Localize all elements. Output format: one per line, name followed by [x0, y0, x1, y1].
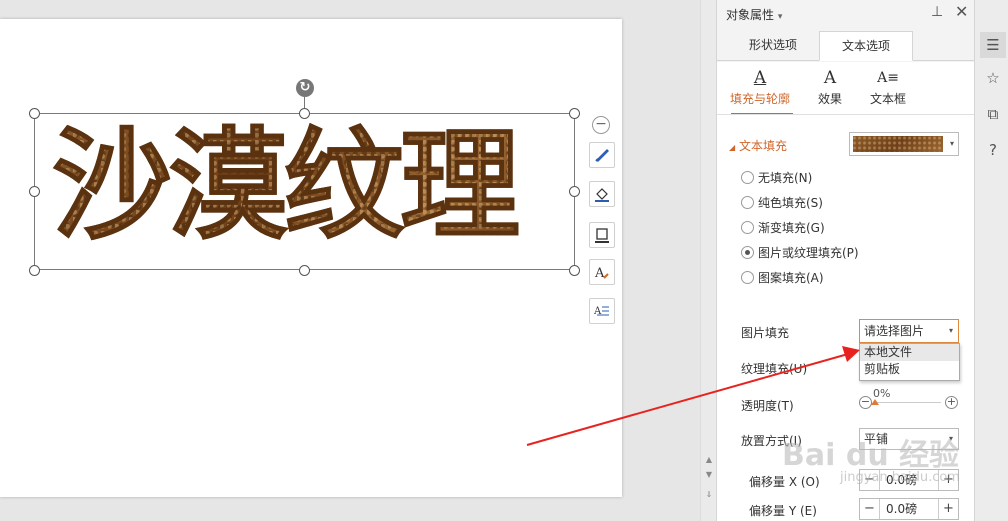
offset-y-label: 偏移量 Y (E) — [749, 504, 817, 518]
fill-bucket-icon — [595, 188, 609, 202]
panel-title[interactable]: 对象属性 ▾ — [726, 6, 782, 23]
collapse-toolbar-icon[interactable]: − — [592, 116, 610, 134]
panel-tabs: 形状选项 文本选项 — [717, 31, 975, 61]
rotate-handle-icon[interactable]: ↻ — [296, 79, 314, 97]
chevron-down-icon: ▾ — [948, 326, 953, 335]
resize-handle-middle-left[interactable] — [29, 186, 40, 197]
close-icon[interactable]: ✕ — [955, 2, 968, 21]
opacity-slider[interactable]: − 0% + — [859, 387, 959, 417]
pin-icon[interactable]: ⊥ — [931, 4, 943, 20]
decrease-icon[interactable]: − — [860, 499, 880, 519]
subtab-fill-outline-label: 填充与轮廓 — [729, 92, 790, 106]
subtab-effects-label: 效果 — [817, 92, 842, 106]
brush-style-button[interactable] — [589, 142, 615, 168]
offset-x-label: 偏移量 X (O) — [749, 475, 820, 489]
resize-handle-bottom-middle[interactable] — [299, 265, 310, 276]
text-fill-button[interactable]: A — [589, 259, 615, 285]
opacity-label: 透明度(T) — [741, 399, 794, 413]
radio-picture-texture-fill[interactable]: 图片或纹理填充(P) — [741, 244, 859, 262]
picture-fill-select[interactable]: 请选择图片 ▾ — [859, 319, 959, 343]
scroll-next-icon[interactable]: ⇓ — [704, 490, 714, 500]
opacity-track[interactable] — [875, 402, 941, 403]
svg-text:A: A — [594, 266, 605, 280]
radio-pattern-fill[interactable]: 图案填充(A) — [741, 269, 824, 287]
resize-handle-top-left[interactable] — [29, 108, 40, 119]
opacity-thumb[interactable] — [871, 399, 879, 405]
dropdown-item-clipboard[interactable]: 剪贴板 — [860, 361, 959, 378]
radio-label: 无填充(N) — [758, 171, 813, 185]
collapse-triangle-icon: ◢ — [729, 143, 736, 152]
text-box-settings-icon: A≡ — [877, 70, 899, 86]
radio-label: 纯色填充(S) — [758, 196, 823, 210]
star-icon[interactable]: ☆ — [983, 68, 1003, 88]
increase-icon[interactable]: + — [938, 499, 958, 519]
radio-button[interactable] — [741, 271, 754, 284]
subtab-fill-outline[interactable]: A 填充与轮廓 — [725, 66, 795, 115]
slide-canvas-area: ↻ 沙漠纹理 − A A — [0, 0, 700, 521]
comment-icon[interactable]: ⧉ — [983, 104, 1003, 124]
text-box-icon: A — [594, 306, 609, 317]
radio-gradient-fill[interactable]: 渐变填充(G) — [741, 219, 825, 237]
subtab-text-box[interactable]: A≡ 文本框 — [853, 66, 923, 114]
radio-button-selected[interactable] — [741, 246, 754, 259]
properties-sliders-icon[interactable]: ☰ — [980, 32, 1006, 58]
radio-button[interactable] — [741, 171, 754, 184]
picture-source-dropdown: 本地文件 剪贴板 — [859, 343, 960, 381]
resize-handle-bottom-left[interactable] — [29, 265, 40, 276]
texture-preview — [853, 136, 943, 152]
picture-fill-label: 图片填充 — [741, 326, 790, 340]
outline-icon — [595, 228, 609, 243]
radio-label: 图案填充(A) — [758, 271, 824, 285]
offset-y-stepper[interactable]: − 0.0磅 + — [859, 498, 959, 520]
tab-text-options[interactable]: 文本选项 — [819, 31, 913, 61]
chevron-down-icon: ▾ — [949, 139, 954, 148]
radio-button[interactable] — [741, 221, 754, 234]
text-box-button[interactable]: A — [589, 298, 615, 324]
text-subtabs: A 填充与轮廓 A 效果 A≡ 文本框 — [717, 62, 975, 115]
radio-label: 图片或纹理填充(P) — [758, 246, 859, 260]
subtab-text-box-label: 文本框 — [869, 92, 906, 106]
watermark-url: jingyan.baidu.com — [840, 470, 960, 485]
text-fill-section-header[interactable]: ◢ 文本填充 — [729, 137, 787, 154]
art-text[interactable]: 沙漠纹理 — [52, 112, 572, 262]
slide-page[interactable]: ↻ 沙漠纹理 − A A — [0, 19, 622, 497]
text-fill-outline-icon: A — [753, 68, 767, 88]
fill-texture-picker[interactable]: ▾ — [849, 132, 959, 156]
radio-label: 渐变填充(G) — [758, 221, 825, 235]
panel-title-text: 对象属性 — [726, 8, 775, 22]
chevron-down-icon: ▾ — [777, 12, 783, 22]
increase-opacity-icon[interactable]: + — [945, 396, 958, 409]
vertical-scrollbar[interactable]: ▲ ▼ ⇓ — [700, 0, 716, 521]
shape-fill-button[interactable] — [589, 181, 615, 207]
scroll-up-icon[interactable]: ▲ — [704, 455, 714, 465]
texture-fill-label: 纹理填充(U) — [741, 362, 808, 376]
dropdown-item-local-file[interactable]: 本地文件 — [860, 344, 959, 361]
text-fill-section-title: 文本填充 — [738, 139, 787, 153]
radio-no-fill[interactable]: 无填充(N) — [741, 169, 812, 187]
watermark-logo: Bai du 经验 — [782, 438, 960, 473]
tab-shape-options[interactable]: 形状选项 — [729, 31, 817, 61]
radio-solid-fill[interactable]: 纯色填充(S) — [741, 194, 823, 212]
shape-outline-button[interactable] — [589, 222, 615, 248]
text-color-icon: A — [594, 266, 609, 280]
help-icon[interactable]: ? — [983, 140, 1003, 160]
offset-y-value[interactable]: 0.0磅 — [886, 499, 917, 519]
picture-fill-value: 请选择图片 — [864, 324, 925, 338]
radio-button[interactable] — [741, 196, 754, 209]
side-toolbar: ☰ ☆ ⧉ ? — [974, 0, 1008, 521]
scroll-down-icon[interactable]: ▼ — [704, 470, 714, 480]
brush-icon — [595, 149, 609, 162]
resize-handle-bottom-right[interactable] — [569, 265, 580, 276]
